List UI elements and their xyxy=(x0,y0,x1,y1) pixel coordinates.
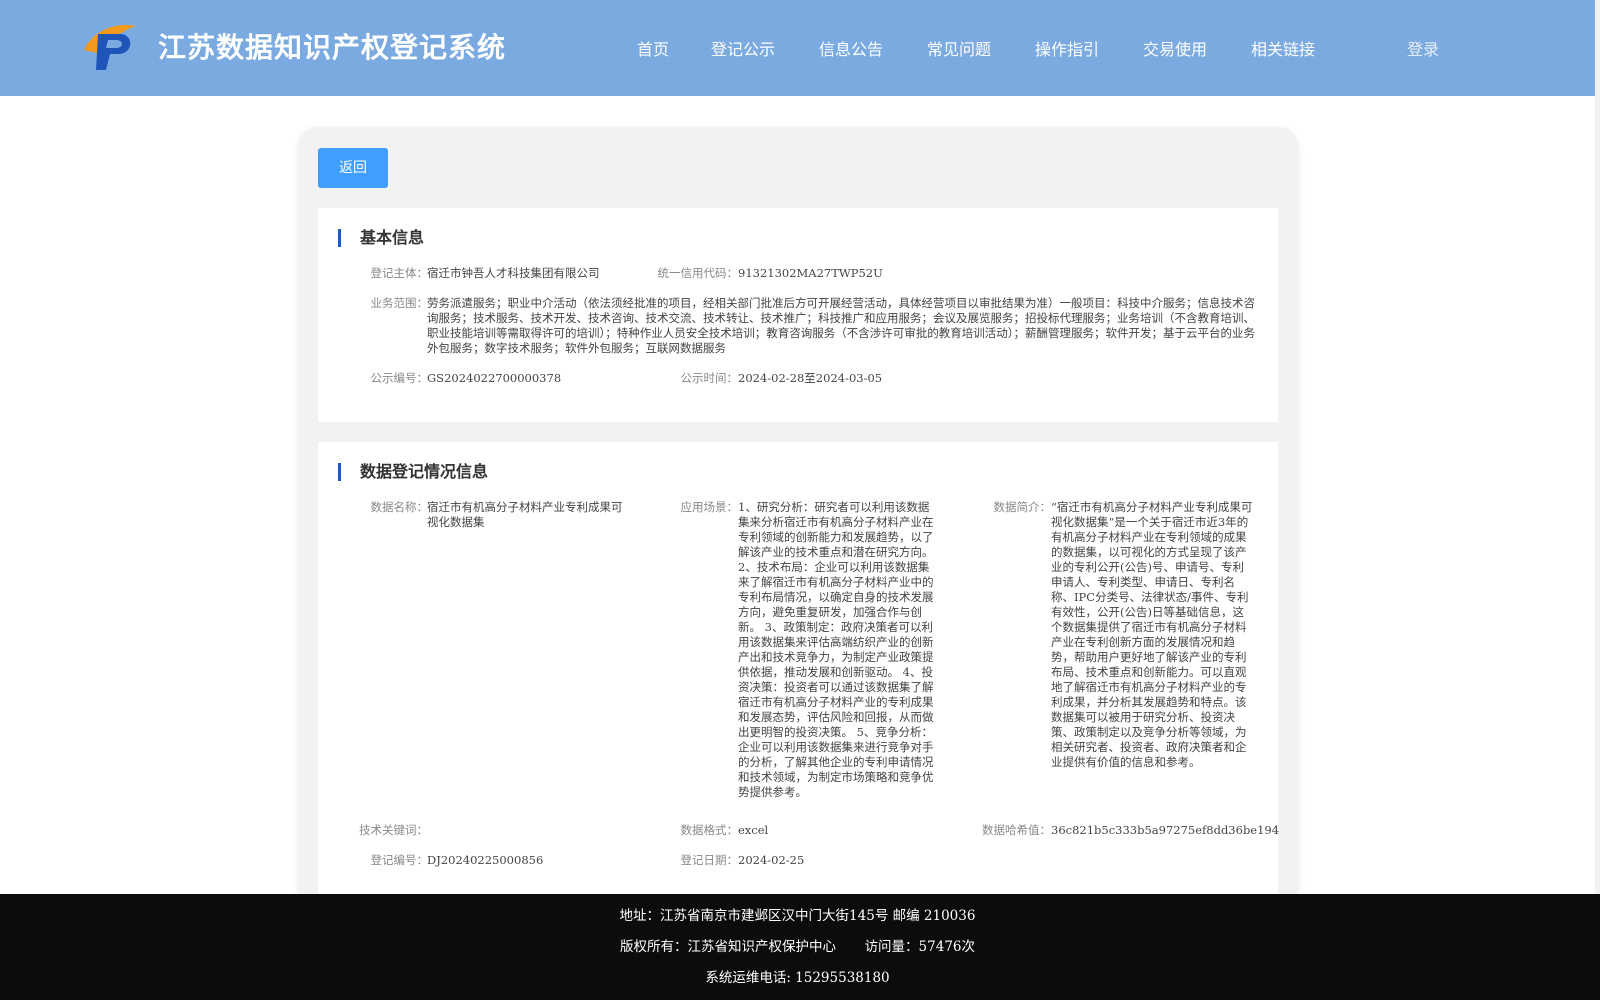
data-name-label: 数据名称： xyxy=(370,500,429,514)
site-title: 江苏数据知识产权登记系统 xyxy=(158,31,507,64)
nav-faq[interactable]: 常见问题 xyxy=(927,36,991,60)
reg-no-value: DJ20240225000856 xyxy=(427,853,544,867)
detail-card: 返回 基本信息 登记主体： 宿迁市钟吾人才科技集团有限公司 统一信用代码： 91… xyxy=(298,127,1298,912)
credit-code-label: 统一信用代码： xyxy=(657,266,739,280)
nav-registration-publicity[interactable]: 登记公示 xyxy=(711,36,775,60)
basic-info-title: 基本信息 xyxy=(338,228,424,248)
footer-address: 地址：江苏省南京市建邺区汉中门大街145号 邮编 210036 xyxy=(619,908,976,924)
footer-copyright-line: 版权所有：江苏省知识产权保护中心 访问量：57476次 xyxy=(0,935,1595,955)
nav-info-announcement[interactable]: 信息公告 xyxy=(819,36,883,60)
data-format-label: 数据格式： xyxy=(680,823,739,837)
pub-no-label: 公示编号： xyxy=(370,371,429,385)
reg-no-label: 登记编号： xyxy=(370,853,429,867)
vertical-scrollbar[interactable] xyxy=(1595,0,1600,1000)
pub-time-value: 2024-02-28至2024-03-05 xyxy=(738,371,883,385)
application-scene-label: 应用场景： xyxy=(680,500,739,514)
data-format-value: excel xyxy=(738,823,769,837)
pub-time-label: 公示时间： xyxy=(680,371,739,385)
jiangsu-ip-logo-icon[interactable] xyxy=(80,20,140,72)
application-scene-value: 1、研究分析：研究者可以利用该数据集来分析宿迁市有机高分子材料产业在专利领域的创… xyxy=(738,500,934,799)
data-intro-label: 数据简介： xyxy=(993,500,1052,514)
subject-value: 宿迁市钟吾人才科技集团有限公司 xyxy=(427,266,600,280)
reg-date-value: 2024-02-25 xyxy=(738,853,805,867)
data-intro-value: “宿迁市有机高分子材料产业专利成果可视化数据集”是一个关于宿迁市近3年的有机高分… xyxy=(1051,500,1253,769)
footer-visits: 访问量：57476次 xyxy=(864,939,976,955)
data-name-value: 宿迁市有机高分子材料产业专利成果可视化数据集 xyxy=(427,500,623,529)
tech-keywords-label: 技术关键词： xyxy=(359,823,428,837)
site-header: 江苏数据知识产权登记系统 首页 登记公示 信息公告 常见问题 操作指引 交易使用… xyxy=(0,0,1595,96)
subject-label: 登记主体： xyxy=(370,266,429,280)
nav-trade-use[interactable]: 交易使用 xyxy=(1143,36,1207,60)
nav-home[interactable]: 首页 xyxy=(637,36,669,60)
site-footer: 地址：江苏省南京市建邺区汉中门大街145号 邮编 210036 版权所有：江苏省… xyxy=(0,894,1600,1000)
login-link[interactable]: 登录 xyxy=(1407,36,1439,60)
nav-related-links[interactable]: 相关链接 xyxy=(1251,36,1315,60)
reg-date-label: 登记日期： xyxy=(680,853,739,867)
footer-copyright: 版权所有：江苏省知识产权保护中心 xyxy=(619,939,836,955)
data-registration-title: 数据登记情况信息 xyxy=(338,462,488,482)
credit-code-value: 91321302MA27TWP52U xyxy=(738,266,883,280)
footer-phone: 系统运维电话: 15295538180 xyxy=(705,970,890,986)
basic-info-section: 基本信息 登记主体： 宿迁市钟吾人才科技集团有限公司 统一信用代码： 91321… xyxy=(318,208,1278,422)
data-hash-value: 36c821b5c333b5a97275ef8dd36be194 xyxy=(1051,823,1280,837)
nav-operation-guide[interactable]: 操作指引 xyxy=(1035,36,1099,60)
scope-value: 劳务派遣服务；职业中介活动（依法须经批准的项目，经相关部门批准后方可开展经营活动… xyxy=(427,296,1255,355)
scope-label: 业务范围： xyxy=(370,296,429,310)
pub-no-value: GS2024022700000378 xyxy=(427,371,562,385)
back-button[interactable]: 返回 xyxy=(318,148,388,188)
data-registration-section: 数据登记情况信息 数据名称： 宿迁市有机高分子材料产业专利成果可视化数据集 应用… xyxy=(318,442,1280,912)
data-hash-label: 数据哈希值： xyxy=(982,823,1051,837)
